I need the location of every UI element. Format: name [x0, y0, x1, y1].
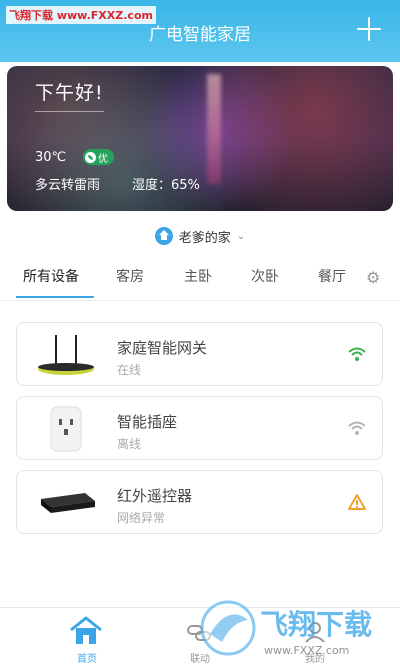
device-card[interactable]: 红外遥控器 网络异常 — [16, 470, 383, 534]
room-tabs: 所有设备 客房 主卧 次卧 餐厅 — [0, 266, 400, 300]
temperature: 30℃ — [35, 150, 67, 165]
device-status: 在线 — [117, 363, 142, 377]
gear-icon[interactable]: ⚙ — [366, 270, 382, 286]
add-device-button[interactable] — [356, 16, 382, 42]
air-quality-badge: 优 — [83, 149, 114, 165]
logo-url: www.FXXZ.com — [264, 644, 349, 657]
tab-master-bedroom[interactable]: 主卧 — [184, 266, 212, 286]
city-background — [207, 74, 221, 184]
active-tab-indicator — [16, 296, 94, 298]
smart-socket-image — [50, 406, 82, 452]
chevron-down-icon: ⌄ — [236, 230, 246, 242]
tab-dining-room[interactable]: 餐厅 — [318, 266, 346, 286]
tab-all-devices[interactable]: 所有设备 — [23, 266, 79, 286]
app-header: 飞翔下载 www.FXXZ.com 广电智能家居 — [0, 0, 400, 62]
tab-guest-room[interactable]: 客房 — [116, 266, 144, 286]
tab-second-bedroom[interactable]: 次卧 — [251, 266, 279, 286]
weather-card[interactable]: 下午好! 30℃ 优 多云转雷雨 湿度：65% — [7, 66, 393, 211]
nav-home[interactable]: 首页 — [37, 608, 137, 668]
nav-label: 首页 — [77, 654, 97, 665]
logo-text: 飞翔下载 — [260, 608, 372, 641]
greeting-text: 下午好! — [35, 78, 104, 112]
home-icon — [70, 616, 102, 644]
weather-condition: 多云转雷雨 — [35, 178, 101, 193]
wifi-icon — [348, 421, 366, 435]
device-name: 家庭智能网关 — [117, 339, 208, 357]
device-card[interactable]: 家庭智能网关 在线 — [16, 322, 383, 386]
device-status: 离线 — [117, 437, 142, 451]
wifi-icon — [348, 347, 366, 361]
humidity: 湿度：65% — [132, 178, 200, 193]
site-logo-watermark: 飞翔下载 www.FXXZ.com — [198, 594, 396, 664]
house-icon — [154, 227, 173, 245]
divider — [0, 300, 400, 301]
warning-icon — [348, 494, 366, 510]
device-card[interactable]: 智能插座 离线 — [16, 396, 383, 460]
air-quality-value: 优 — [98, 153, 108, 165]
leaf-icon — [85, 151, 96, 163]
page-title: 广电智能家居 — [149, 25, 251, 45]
router-image — [38, 335, 94, 375]
logo-image: 飞翔下载 www.FXXZ.com — [200, 600, 372, 657]
device-name: 红外遥控器 — [117, 487, 193, 505]
device-status: 网络异常 — [117, 511, 166, 525]
home-selector[interactable]: 老爹的家 ⌄ — [0, 225, 400, 247]
device-name: 智能插座 — [117, 413, 178, 431]
ir-remote-image — [41, 493, 95, 513]
home-name: 老爹的家 — [178, 230, 231, 246]
